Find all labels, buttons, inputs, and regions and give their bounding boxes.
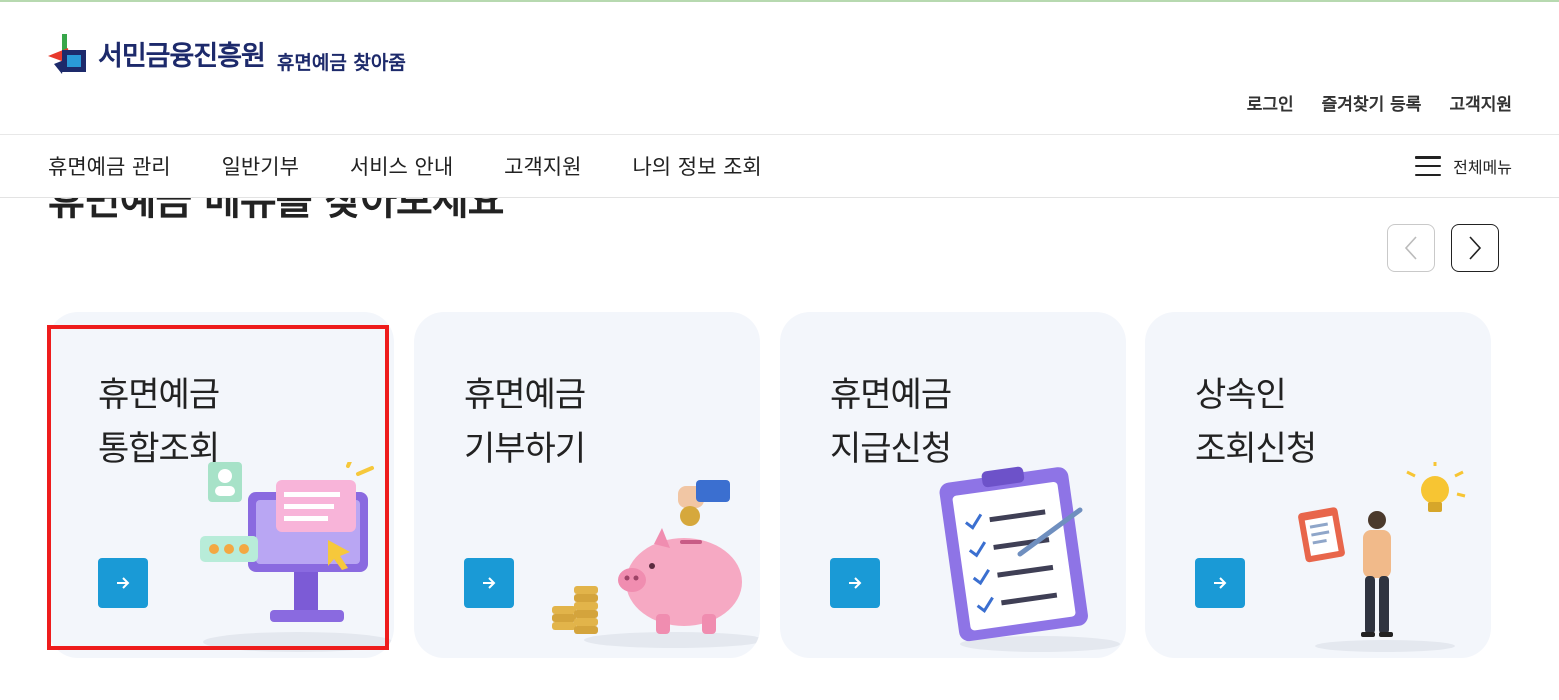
card-title-line1: 휴면예금 bbox=[464, 375, 586, 415]
card-payment-request[interactable]: 휴면예금 지급신청 bbox=[780, 312, 1126, 658]
card-integrated-inquiry[interactable]: 휴면예금 통합조회 bbox=[48, 312, 394, 658]
bookmark-link[interactable]: 즐겨찾기 등록 bbox=[1322, 90, 1422, 115]
card-title-line1: 휴면예금 bbox=[98, 375, 220, 415]
card-title: 상속인 조회신청 bbox=[1195, 368, 1317, 476]
carousel-prev-button[interactable] bbox=[1387, 224, 1435, 272]
logo-mark-icon bbox=[48, 34, 94, 80]
site-logo[interactable]: 서민금융진흥원 휴면예금 찾아줌 bbox=[48, 20, 406, 80]
customer-support-link[interactable]: 고객지원 bbox=[1449, 90, 1512, 115]
card-title-line1: 상속인 bbox=[1195, 375, 1287, 415]
card-go-button[interactable] bbox=[830, 558, 880, 608]
all-menu-label: 전체메뉴 bbox=[1453, 158, 1512, 177]
hamburger-icon bbox=[1415, 156, 1442, 176]
nav-item-dormant-deposit-management[interactable]: 휴면예금 관리 bbox=[48, 151, 171, 181]
chevron-right-icon bbox=[1469, 236, 1482, 260]
arrow-right-icon bbox=[849, 577, 862, 589]
arrow-right-icon bbox=[483, 577, 496, 589]
card-title: 휴면예금 통합조회 bbox=[98, 368, 220, 476]
clipboard-checklist-illustration bbox=[939, 466, 1120, 652]
nav-item-customer-support[interactable]: 고객지원 bbox=[504, 151, 581, 181]
piggy-bank-coins-illustration bbox=[552, 480, 760, 648]
card-heir-inquiry[interactable]: 상속인 조회신청 bbox=[1145, 312, 1491, 658]
card-go-button[interactable] bbox=[464, 558, 514, 608]
main-navigation: 휴면예금 관리 일반기부 서비스 안내 고객지원 나의 정보 조회 bbox=[48, 135, 762, 197]
nav-item-general-donation[interactable]: 일반기부 bbox=[222, 151, 299, 181]
content-area: 휴면예금 메뉴를 찾아보세요 휴면예금 통합조회 휴면예금 기부하기 휴면예금 … bbox=[0, 198, 1559, 700]
nav-item-service-guide[interactable]: 서비스 안내 bbox=[350, 151, 453, 181]
card-donation[interactable]: 휴면예금 기부하기 bbox=[414, 312, 760, 658]
computer-monitor-illustration bbox=[200, 462, 393, 652]
logo-org-name: 서민금융진흥원 bbox=[98, 41, 266, 72]
card-go-button[interactable] bbox=[98, 558, 148, 608]
person-idea-illustration bbox=[1298, 462, 1466, 652]
arrow-right-icon bbox=[1214, 577, 1227, 589]
chevron-left-icon bbox=[1404, 236, 1417, 260]
card-title: 휴면예금 지급신청 bbox=[830, 368, 952, 476]
login-link[interactable]: 로그인 bbox=[1247, 90, 1294, 115]
all-menu-button[interactable]: 전체메뉴 bbox=[1415, 135, 1512, 197]
card-title-line1: 휴면예금 bbox=[830, 375, 952, 415]
card-go-button[interactable] bbox=[1195, 558, 1245, 608]
carousel-next-button[interactable] bbox=[1451, 224, 1499, 272]
top-accent-line bbox=[0, 0, 1559, 2]
logo-service-name: 휴면예금 찾아줌 bbox=[276, 52, 406, 74]
card-title: 휴면예금 기부하기 bbox=[464, 368, 586, 476]
utility-links: 로그인 즐겨찾기 등록 고객지원 bbox=[1247, 90, 1512, 115]
nav-item-my-info[interactable]: 나의 정보 조회 bbox=[632, 151, 761, 181]
arrow-right-icon bbox=[117, 577, 130, 589]
section-title: 휴면예금 메뉴를 찾아보세요 bbox=[48, 198, 504, 224]
